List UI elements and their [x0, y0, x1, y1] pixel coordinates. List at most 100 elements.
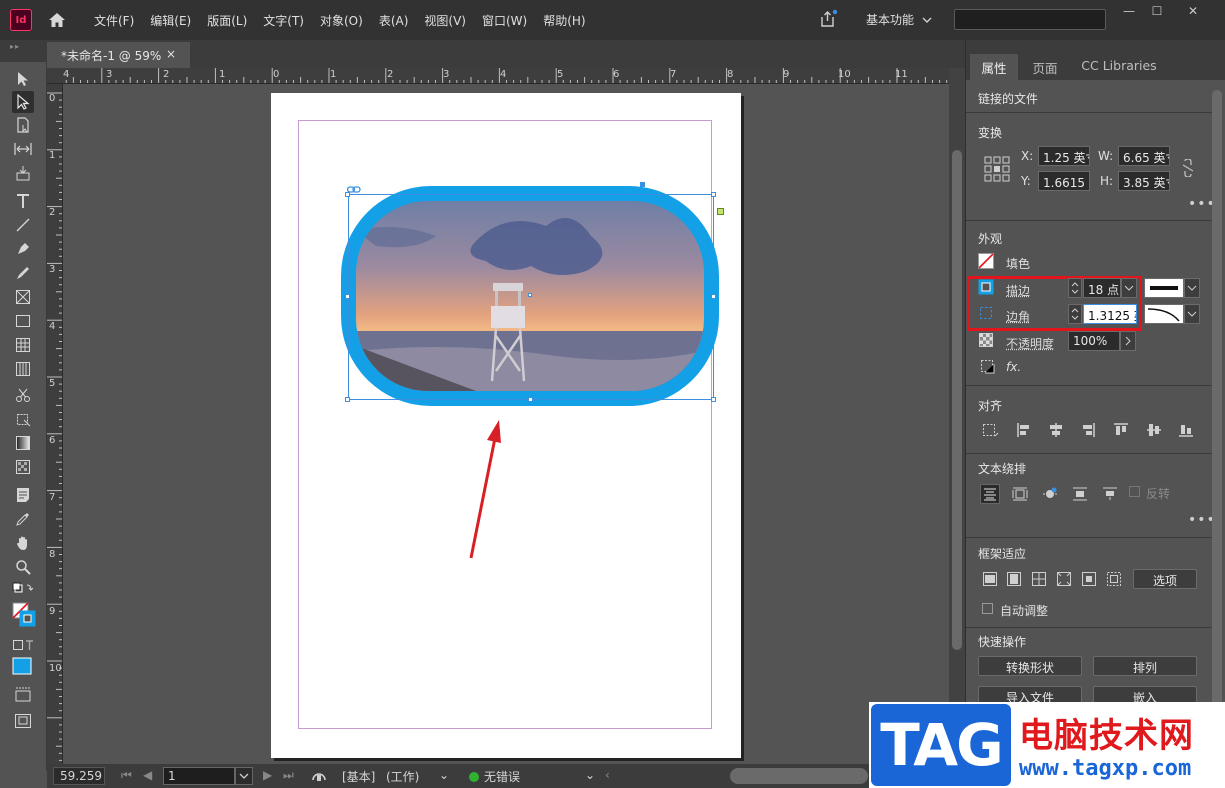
toolbox-grip[interactable]: ▸▸ [10, 42, 20, 51]
rectangle-frame-tool-icon[interactable] [12, 286, 34, 308]
fitting-options-button[interactable]: 选项 [1133, 569, 1197, 589]
next-page-button[interactable]: ▶ [263, 768, 272, 782]
menu-window[interactable]: 窗口(W) [474, 12, 535, 29]
fit-frame-to-content-icon[interactable] [1029, 569, 1049, 589]
link-icon[interactable] [346, 183, 361, 197]
menu-view[interactable]: 视图(V) [416, 12, 474, 29]
document-page[interactable] [271, 93, 741, 758]
ruler-origin[interactable] [47, 68, 63, 84]
drop-shadow-icon[interactable] [978, 357, 998, 377]
gradient-swatch-tool-icon[interactable] [12, 432, 34, 454]
close-window-button[interactable]: ✕ [1178, 2, 1208, 20]
pen-tool-icon[interactable] [12, 238, 34, 260]
align-vertical-center-icon[interactable] [1144, 420, 1164, 440]
live-corner-handle[interactable] [640, 182, 645, 187]
table-tool-icon[interactable] [12, 334, 34, 356]
default-fill-stroke-icon[interactable] [12, 580, 34, 602]
opacity-arrow-button[interactable] [1120, 331, 1136, 351]
corner-size-field[interactable]: 1.3125 英 [1083, 304, 1137, 324]
resize-handle[interactable] [528, 397, 533, 402]
scissors-tool-icon[interactable] [12, 384, 34, 406]
align-bottom-icon[interactable] [1176, 420, 1196, 440]
minimize-button[interactable]: — [1114, 2, 1144, 20]
gradient-feather-tool-icon[interactable] [12, 456, 34, 478]
stroke-weight-stepper[interactable] [1068, 278, 1082, 298]
reference-point-icon[interactable] [984, 156, 1010, 182]
fill-frame-proportionally-icon[interactable] [980, 569, 1000, 589]
view-mode-icon[interactable] [12, 710, 34, 732]
tab-properties[interactable]: 属性 [970, 54, 1018, 80]
corner-shape-dropdown[interactable] [1184, 304, 1200, 324]
stroke-type-dropdown[interactable] [1184, 278, 1200, 298]
effects-fx-button[interactable]: fx. [1006, 360, 1021, 374]
jump-object-icon[interactable] [1070, 484, 1090, 504]
share-icon[interactable] [818, 9, 838, 32]
stroke-type-swatch[interactable] [1144, 278, 1184, 298]
apply-color-icon[interactable] [12, 656, 36, 678]
grid-tool-icon[interactable] [12, 358, 34, 380]
page-number-field[interactable]: 1 [163, 767, 235, 785]
open-page-spread-icon[interactable] [311, 768, 327, 785]
close-tab-button[interactable]: × [166, 47, 176, 61]
content-aware-fit-icon[interactable] [1104, 569, 1124, 589]
tab-pages[interactable]: 页面 [1020, 54, 1070, 80]
fit-content-proportionally-icon[interactable] [1004, 569, 1024, 589]
fill-stroke-swatch-icon[interactable] [12, 602, 36, 628]
line-tool-icon[interactable] [12, 214, 34, 236]
convert-shape-button[interactable]: 转换形状 [978, 656, 1082, 676]
stroke-weight-field[interactable]: 18 点 [1083, 278, 1121, 298]
align-right-icon[interactable] [1078, 420, 1098, 440]
jump-to-next-column-icon[interactable] [1100, 484, 1120, 504]
no-text-wrap-icon[interactable] [980, 484, 1000, 504]
scroll-left-button[interactable]: ‹ [605, 768, 610, 782]
menu-type[interactable]: 文字(T) [255, 12, 312, 29]
vertical-ruler[interactable]: 0 1 2 3 4 5 6 7 8 9 10 [47, 84, 63, 764]
gap-tool-icon[interactable] [12, 138, 34, 160]
vertical-scroll-thumb[interactable] [952, 150, 962, 650]
maximize-button[interactable]: ☐ [1142, 2, 1172, 20]
align-left-icon[interactable] [1014, 420, 1034, 440]
resize-handle[interactable] [711, 192, 716, 197]
corner-shape-swatch[interactable] [1144, 304, 1184, 324]
chevron-down-icon[interactable]: ⌄ [439, 768, 449, 782]
selection-tool-icon[interactable] [12, 68, 34, 90]
out-port-handle[interactable] [717, 208, 724, 215]
corner-options-icon[interactable] [976, 303, 996, 323]
first-page-button[interactable]: ⏮ [121, 768, 132, 783]
zoom-level-field[interactable]: 59.259 [53, 767, 105, 785]
invert-checkbox[interactable] [1129, 486, 1140, 497]
stroke-color-icon[interactable] [976, 277, 996, 297]
arrange-button[interactable]: 排列 [1093, 656, 1197, 676]
constrain-proportions-icon[interactable] [1178, 158, 1198, 178]
preflight-status[interactable]: 无错误 [484, 768, 520, 785]
panel-scrollbar[interactable] [1212, 90, 1222, 730]
height-field[interactable]: 3.85 英寸 [1118, 171, 1170, 191]
opacity-label[interactable]: 不透明度 [1006, 335, 1054, 352]
indesign-app-icon[interactable]: Id [10, 9, 32, 31]
note-tool-icon[interactable] [12, 484, 34, 506]
screen-mode-icon[interactable] [12, 684, 34, 706]
document-tab[interactable]: *未命名-1 @ 59% × [47, 42, 190, 68]
menu-file[interactable]: 文件(F) [86, 12, 142, 29]
selection-bounding-box[interactable] [348, 194, 714, 400]
width-field[interactable]: 6.65 英寸 [1118, 146, 1170, 166]
x-position-field[interactable]: 1.25 英寸 [1038, 146, 1090, 166]
align-to-selection-icon[interactable] [980, 420, 1000, 440]
linked-file-title[interactable]: 链接的文件 [978, 90, 1038, 107]
corner-label[interactable]: 边角 [1006, 308, 1030, 325]
document-canvas[interactable] [63, 84, 949, 764]
align-horizontal-center-icon[interactable] [1046, 420, 1066, 440]
menu-edit[interactable]: 编辑(E) [142, 12, 199, 29]
menu-object[interactable]: 对象(O) [312, 12, 371, 29]
tab-cc-libraries[interactable]: CC Libraries [1072, 54, 1166, 80]
auto-fit-checkbox[interactable] [982, 603, 993, 614]
center-content-icon[interactable] [1079, 569, 1099, 589]
workspace-switcher[interactable]: 基本功能 [866, 11, 914, 28]
wrap-object-shape-icon[interactable] [1040, 484, 1060, 504]
menu-layout[interactable]: 版面(L) [199, 12, 255, 29]
horizontal-ruler[interactable]: 4 3 2 1 0 1 2 3 4 5 6 7 8 9 10 11 [62, 68, 949, 84]
horizontal-scroll-thumb[interactable] [730, 768, 868, 784]
zoom-tool-icon[interactable] [12, 556, 34, 578]
corner-size-stepper[interactable] [1068, 304, 1082, 324]
page-tool-icon[interactable] [12, 114, 34, 136]
